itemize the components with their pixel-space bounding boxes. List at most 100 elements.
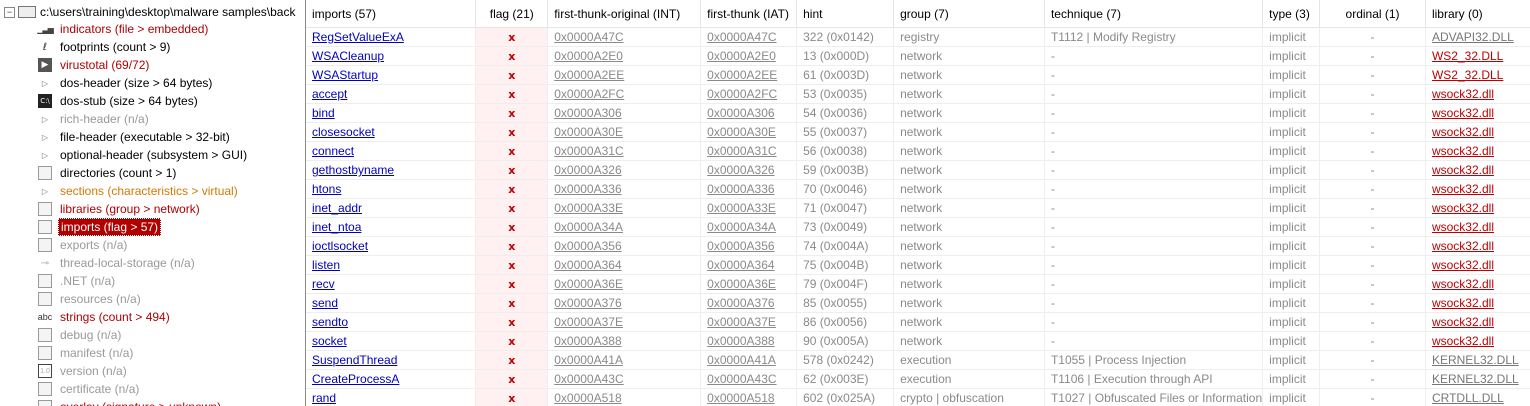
library-link[interactable]: wsock32.dll [1432, 106, 1494, 120]
import-name-link[interactable]: listen [312, 258, 340, 272]
tree-item-dos-stub[interactable]: C:\ dos-stub (size > 64 bytes) [38, 92, 200, 110]
cell-name[interactable]: connect [306, 141, 477, 161]
import-name-link[interactable]: gethostbyname [312, 163, 394, 177]
tree-item-version[interactable]: 1.0 version (n/a) [38, 362, 129, 380]
library-link[interactable]: WS2_32.DLL [1432, 49, 1503, 63]
table-row[interactable]: htons x 0x0000A336 0x0000A336 70 (0x0046) net… [306, 179, 1530, 199]
library-link[interactable]: wsock32.dll [1432, 334, 1494, 348]
table-row[interactable]: rand x 0x0000A518 0x0000A518 602 (0x025A) cry… [306, 388, 1530, 406]
iat-address-link[interactable]: 0x0000A336 [707, 182, 774, 196]
library-link[interactable]: wsock32.dll [1432, 163, 1494, 177]
col-header-hint[interactable]: hint [796, 0, 895, 28]
library-link[interactable]: KERNEL32.DLL [1432, 353, 1519, 367]
col-header-technique[interactable]: technique (7) [1044, 0, 1264, 28]
cell-int[interactable]: 0x0000A31C [547, 141, 702, 161]
tree-item-debug[interactable]: debug (n/a) [38, 326, 123, 344]
cell-library[interactable]: wsock32.dll [1425, 236, 1530, 256]
iat-address-link[interactable]: 0x0000A364 [707, 258, 774, 272]
cell-iat[interactable]: 0x0000A34A [700, 217, 798, 237]
tree-item-resources[interactable]: resources (n/a) [38, 290, 143, 308]
cell-library[interactable]: wsock32.dll [1425, 160, 1530, 180]
iat-address-link[interactable]: 0x0000A2E0 [707, 49, 776, 63]
cell-name[interactable]: accept [306, 84, 477, 104]
import-name-link[interactable]: SuspendThread [312, 353, 397, 367]
iat-address-link[interactable]: 0x0000A33E [707, 201, 776, 215]
cell-library[interactable]: WS2_32.DLL [1425, 65, 1530, 85]
cell-name[interactable]: sendto [306, 312, 477, 332]
tree-item-dotnet[interactable]: .NET (n/a) [38, 272, 117, 290]
cell-name[interactable]: send [306, 293, 477, 313]
iat-address-link[interactable]: 0x0000A388 [707, 334, 774, 348]
iat-address-link[interactable]: 0x0000A518 [707, 391, 774, 405]
cell-int[interactable]: 0x0000A326 [547, 160, 702, 180]
cell-int[interactable]: 0x0000A306 [547, 103, 702, 123]
tree-item-file-header[interactable]: ▷ file-header (executable > 32-bit) [38, 128, 232, 146]
cell-int[interactable]: 0x0000A41A [547, 350, 702, 370]
cell-name[interactable]: htons [306, 179, 477, 199]
cell-int[interactable]: 0x0000A364 [547, 255, 702, 275]
cell-int[interactable]: 0x0000A518 [547, 388, 702, 406]
import-name-link[interactable]: recv [312, 277, 335, 291]
col-header-imports[interactable]: imports (57) [306, 0, 477, 28]
cell-iat[interactable]: 0x0000A33E [700, 198, 798, 218]
library-link[interactable]: wsock32.dll [1432, 220, 1494, 234]
library-link[interactable]: WS2_32.DLL [1432, 68, 1503, 82]
int-address-link[interactable]: 0x0000A336 [554, 182, 621, 196]
collapse-icon[interactable]: − [4, 6, 15, 18]
col-header-type[interactable]: type (3) [1262, 0, 1321, 28]
int-address-link[interactable]: 0x0000A41A [554, 353, 623, 367]
int-address-link[interactable]: 0x0000A43C [554, 372, 623, 386]
library-link[interactable]: ADVAPI32.DLL [1432, 30, 1514, 44]
cell-int[interactable]: 0x0000A47C [547, 27, 702, 47]
int-address-link[interactable]: 0x0000A30E [554, 125, 623, 139]
import-name-link[interactable]: accept [312, 87, 347, 101]
tree-item-virustotal[interactable]: ▶ virustotal (69/72) [38, 56, 151, 74]
import-name-link[interactable]: ioctlsocket [312, 239, 368, 253]
int-address-link[interactable]: 0x0000A2FC [554, 87, 624, 101]
iat-address-link[interactable]: 0x0000A30E [707, 125, 776, 139]
library-link[interactable]: wsock32.dll [1432, 315, 1494, 329]
table-row[interactable]: SuspendThread x 0x0000A41A 0x0000A41A 578 (0… [306, 350, 1530, 370]
int-address-link[interactable]: 0x0000A306 [554, 106, 621, 120]
int-address-link[interactable]: 0x0000A33E [554, 201, 623, 215]
table-row[interactable]: listen x 0x0000A364 0x0000A364 75 (0x004B) ne… [306, 255, 1530, 275]
tree-item-overlay[interactable]: overlay (signature > unknown) [38, 398, 223, 406]
cell-int[interactable]: 0x0000A33E [547, 198, 702, 218]
cell-iat[interactable]: 0x0000A2EE [700, 65, 798, 85]
table-row[interactable]: gethostbyname x 0x0000A326 0x0000A326 59 (0x… [306, 160, 1530, 180]
table-row[interactable]: inet_addr x 0x0000A33E 0x0000A33E 71 (0x0047… [306, 198, 1530, 218]
tree-item-rich-header[interactable]: ▷ rich-header (n/a) [38, 110, 151, 128]
tree-item-certificate[interactable]: certificate (n/a) [38, 380, 141, 398]
tree-item-libraries[interactable]: libraries (group > network) [38, 200, 202, 218]
cell-name[interactable]: WSACleanup [306, 46, 477, 66]
cell-iat[interactable]: 0x0000A31C [700, 141, 798, 161]
col-header-library[interactable]: library (0) [1425, 0, 1530, 28]
table-row[interactable]: WSAStartup x 0x0000A2EE 0x0000A2EE 61 (0x003… [306, 65, 1530, 85]
import-name-link[interactable]: RegSetValueExA [312, 30, 404, 44]
cell-int[interactable]: 0x0000A36E [547, 274, 702, 294]
cell-library[interactable]: wsock32.dll [1425, 331, 1530, 351]
cell-name[interactable]: CreateProcessA [306, 369, 477, 389]
cell-library[interactable]: wsock32.dll [1425, 103, 1530, 123]
cell-int[interactable]: 0x0000A2EE [547, 65, 702, 85]
int-address-link[interactable]: 0x0000A518 [554, 391, 621, 405]
cell-iat[interactable]: 0x0000A518 [700, 388, 798, 406]
import-name-link[interactable]: inet_addr [312, 201, 362, 215]
cell-name[interactable]: closesocket [306, 122, 477, 142]
cell-iat[interactable]: 0x0000A2E0 [700, 46, 798, 66]
int-address-link[interactable]: 0x0000A2E0 [554, 49, 623, 63]
cell-library[interactable]: wsock32.dll [1425, 179, 1530, 199]
cell-iat[interactable]: 0x0000A47C [700, 27, 798, 47]
int-address-link[interactable]: 0x0000A34A [554, 220, 623, 234]
cell-library[interactable]: wsock32.dll [1425, 84, 1530, 104]
iat-address-link[interactable]: 0x0000A326 [707, 163, 774, 177]
int-address-link[interactable]: 0x0000A36E [554, 277, 623, 291]
iat-address-link[interactable]: 0x0000A31C [707, 144, 776, 158]
import-name-link[interactable]: sendto [312, 315, 348, 329]
cell-library[interactable]: wsock32.dll [1425, 122, 1530, 142]
cell-int[interactable]: 0x0000A336 [547, 179, 702, 199]
table-row[interactable]: RegSetValueExA x 0x0000A47C 0x0000A47C 322 (… [306, 27, 1530, 47]
cell-iat[interactable]: 0x0000A388 [700, 331, 798, 351]
cell-library[interactable]: ADVAPI32.DLL [1425, 27, 1530, 47]
tree-item-dos-header[interactable]: ▷ dos-header (size > 64 bytes) [38, 74, 214, 92]
